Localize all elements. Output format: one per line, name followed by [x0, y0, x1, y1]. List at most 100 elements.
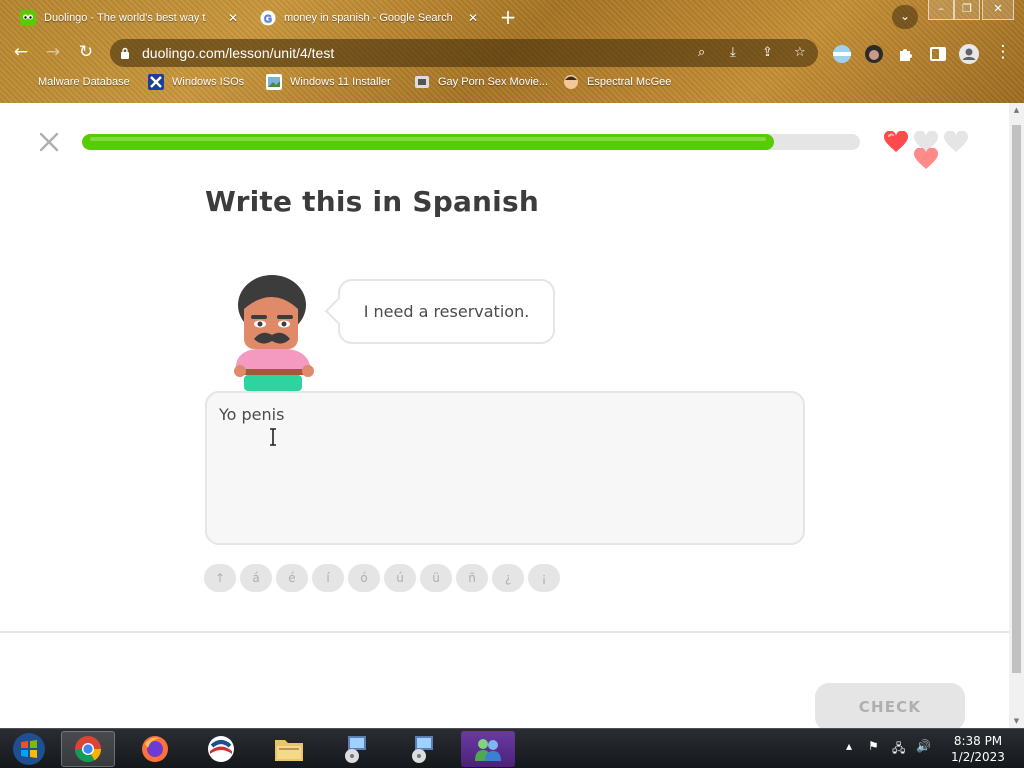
char-button[interactable]: ¡	[528, 564, 560, 592]
system-clock[interactable]: 8:38 PM 1/2/2023	[940, 733, 1016, 765]
taskbar-chrome[interactable]	[61, 731, 115, 767]
check-button[interactable]: CHECK	[815, 683, 965, 731]
answer-textarea[interactable]: Yo penis	[205, 391, 805, 545]
chrome-icon	[74, 736, 102, 763]
lock-icon	[121, 47, 129, 59]
char-button[interactable]: ü	[420, 564, 452, 592]
taskbar-installer-1[interactable]	[329, 731, 383, 767]
url-text: duolingo.com/lesson/unit/4/test	[142, 45, 335, 61]
tab-title: money in spanish - Google Search	[284, 12, 453, 24]
circle-logo-icon	[208, 736, 234, 762]
close-lesson-icon[interactable]	[38, 131, 60, 153]
taskbar-firefox[interactable]	[128, 731, 182, 767]
menu-dots-icon[interactable]: ⋮	[992, 42, 1014, 64]
special-characters-row: ↑ á é í ó ú ü ñ ¿ ¡	[204, 564, 560, 594]
browser-toolbar: ← → ↻ duolingo.com/lesson/unit/4/test ⌕ …	[0, 36, 1024, 68]
clock-time: 8:38 PM	[953, 734, 1003, 748]
installer-icon	[412, 736, 433, 763]
progress-fill	[82, 134, 775, 150]
tab-duolingo[interactable]: Duolingo - The world's best way t ✕	[10, 4, 248, 32]
char-button[interactable]: ¿	[492, 564, 524, 592]
char-button[interactable]: é	[276, 564, 308, 592]
image-icon	[266, 74, 282, 90]
tab-strip: Duolingo - The world's best way t ✕ G mo…	[0, 0, 1024, 34]
extensions-puzzle-icon[interactable]	[896, 44, 916, 64]
new-tab-plus-icon[interactable]: +	[497, 7, 519, 29]
char-button[interactable]: ó	[348, 564, 380, 592]
bookmark-label: Windows 11 Installer	[290, 76, 391, 88]
bookmark-windows-isos[interactable]: Windows ISOs	[148, 74, 244, 90]
network-icon[interactable]: 🖧	[892, 739, 905, 760]
prompt-speech-bubble: I need a reservation.	[338, 279, 555, 344]
folder-icon	[14, 74, 30, 90]
forward-arrow-icon[interactable]: →	[42, 42, 64, 64]
firefox-icon	[142, 736, 168, 762]
tab-google-search[interactable]: G money in spanish - Google Search ✕	[250, 4, 488, 32]
avatar-extension-icon[interactable]	[864, 44, 884, 64]
heart-lost-animation-icon	[913, 148, 939, 169]
install-app-icon[interactable]: ⤓	[730, 45, 736, 60]
windows-taskbar: ▴ ⚑ 🖧 🔊 8:38 PM 1/2/2023	[0, 728, 1024, 768]
bookmark-favicon	[415, 76, 429, 88]
clock-date: 1/2/2023	[951, 750, 1005, 764]
profile-icon[interactable]	[958, 43, 980, 65]
prompt-text: I need a reservation.	[363, 302, 530, 321]
bookmark-label: Malware Database	[38, 76, 130, 88]
scrollbar-thumb[interactable]	[1012, 125, 1021, 673]
people-icon	[475, 739, 501, 761]
taskbar-obama-app[interactable]	[194, 731, 248, 767]
bookmark-malware-database[interactable]: Malware Database	[14, 74, 130, 90]
bookmarks-bar: Malware Database Windows ISOs Windows 11…	[0, 72, 1024, 96]
text-cursor-ibeam-icon	[270, 428, 276, 446]
lesson-progress-bar	[82, 134, 860, 150]
bookmark-movie-site[interactable]: Gay Porn Sex Movie...	[414, 74, 548, 90]
share-icon[interactable]: ⇪	[762, 45, 773, 60]
scroll-up-arrow-icon[interactable]: ▲	[1012, 106, 1021, 114]
tab-close-icon[interactable]: ✕	[460, 11, 478, 25]
x-logo-icon	[148, 74, 164, 90]
character-illustration	[234, 275, 314, 391]
action-center-flag-icon[interactable]: ⚑	[868, 739, 879, 753]
reload-icon[interactable]: ↻	[75, 42, 97, 64]
show-hidden-icons-icon[interactable]: ▴	[846, 739, 852, 753]
taskbar-file-explorer[interactable]	[262, 731, 316, 767]
bookmark-windows-11-installer[interactable]: Windows 11 Installer	[266, 74, 391, 90]
windows-start-icon	[13, 733, 45, 765]
installer-icon	[345, 736, 366, 763]
bookmark-label: Windows ISOs	[172, 76, 245, 88]
address-bar[interactable]: duolingo.com/lesson/unit/4/test ⌕ ⤓ ⇪ ☆	[110, 39, 818, 67]
bookmark-star-icon[interactable]: ☆	[794, 45, 806, 60]
tab-search-chevron-icon[interactable]: ⌄	[892, 5, 918, 29]
page-scrollbar[interactable]: ▲ ▼	[1009, 103, 1024, 728]
bookmark-label: Gay Porn Sex Movie...	[438, 76, 549, 88]
taskbar-installer-2[interactable]	[396, 731, 450, 767]
heart-empty-icon	[943, 131, 969, 152]
folder-icon	[275, 740, 303, 761]
tab-close-icon[interactable]: ✕	[220, 11, 238, 25]
restore-icon[interactable]: ❐	[954, 0, 980, 20]
flag-extension-icon[interactable]	[832, 44, 852, 64]
scroll-down-arrow-icon[interactable]: ▼	[1012, 717, 1021, 725]
bookmark-label: Espectral McGee	[587, 76, 672, 88]
search-icon[interactable]: ⌕	[698, 45, 705, 60]
side-panel-icon[interactable]	[928, 44, 948, 64]
char-button[interactable]: ú	[384, 564, 416, 592]
volume-icon[interactable]: 🔊	[916, 739, 931, 753]
lesson-page: Write this in Spanish I need a reservati…	[0, 103, 1009, 731]
back-arrow-icon[interactable]: ←	[10, 42, 32, 64]
footer-divider	[0, 631, 1009, 633]
minimize-icon[interactable]: –	[928, 0, 954, 20]
avatar-icon	[564, 75, 578, 89]
browser-chrome: Duolingo - The world's best way t ✕ G mo…	[0, 0, 1024, 103]
google-favicon-icon: G	[260, 10, 276, 26]
svg-text:G: G	[264, 13, 273, 25]
start-button[interactable]	[2, 731, 56, 767]
char-button[interactable]: á	[240, 564, 272, 592]
bookmark-espectral-mcgee[interactable]: Espectral McGee	[563, 74, 671, 90]
char-button-shift[interactable]: ↑	[204, 564, 236, 592]
page-title: Write this in Spanish	[205, 185, 539, 218]
taskbar-messenger[interactable]	[461, 731, 515, 767]
window-close-icon[interactable]: ✕	[982, 0, 1014, 20]
char-button[interactable]: ñ	[456, 564, 488, 592]
char-button[interactable]: í	[312, 564, 344, 592]
